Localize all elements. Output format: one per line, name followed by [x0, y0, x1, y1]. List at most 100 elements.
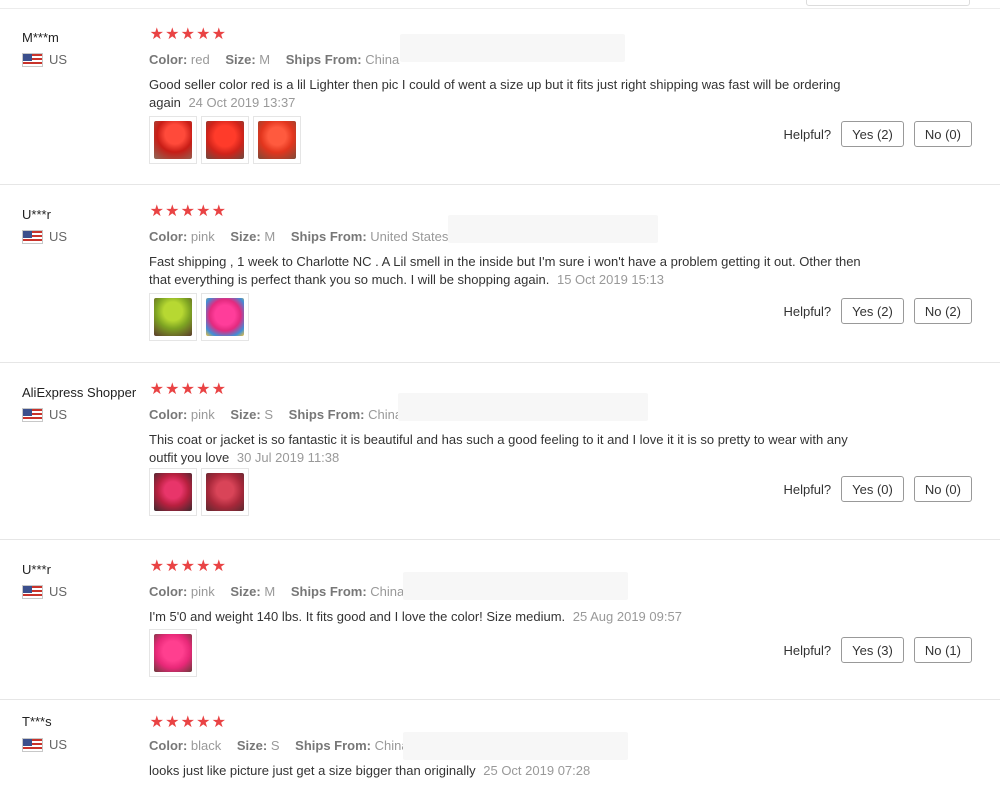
star-rating: ★ ★ ★ ★ ★ — [149, 715, 227, 731]
review-photo[interactable] — [149, 629, 197, 677]
review-item: M***m US ★ ★ ★ ★ ★ Color: red Size: M Ships … — [0, 8, 1000, 185]
star-icon: ★ — [165, 381, 180, 398]
helpful-label: Helpful? — [783, 642, 832, 658]
reviewer-country: US — [22, 737, 67, 752]
color-key: Color: — [149, 738, 188, 753]
star-icon: ★ — [196, 381, 211, 398]
helpful-no-button[interactable]: No (1) — [913, 637, 972, 663]
color-key: Color: — [149, 52, 188, 67]
helpful-yes-button[interactable]: Yes (2) — [841, 298, 904, 324]
review-date: 30 Jul 2019 11:38 — [236, 450, 340, 465]
review-date: 25 Oct 2019 07:28 — [483, 763, 591, 778]
ships-from-key: Ships From: — [295, 738, 371, 753]
review-date: 15 Oct 2019 15:13 — [556, 272, 664, 287]
color-key: Color: — [149, 407, 188, 422]
review-photo[interactable] — [201, 468, 249, 516]
color-value: red — [190, 52, 210, 67]
country-label: US — [49, 407, 68, 422]
country-label: US — [49, 737, 68, 752]
size-value: S — [264, 407, 274, 422]
size-value: M — [259, 52, 271, 67]
order-attributes: Color: red Size: M Ships From: China — [149, 52, 411, 67]
order-attributes: Color: pink Size: M Ships From: United S… — [149, 229, 460, 244]
country-label: US — [49, 229, 68, 244]
helpful-yes-button[interactable]: Yes (3) — [841, 637, 904, 663]
helpful-controls: Helpful? Yes (2) No (0) — [783, 121, 972, 147]
blurred-attribute — [398, 393, 648, 421]
helpful-controls: Helpful? Yes (2) No (2) — [783, 298, 972, 324]
color-key: Color: — [149, 584, 188, 599]
helpful-no-button[interactable]: No (0) — [913, 121, 972, 147]
review-photo[interactable] — [149, 116, 197, 164]
star-rating: ★ ★ ★ ★ ★ — [149, 382, 227, 398]
helpful-yes-button[interactable]: Yes (0) — [841, 476, 904, 502]
star-icon: ★ — [211, 558, 226, 575]
photo-image — [206, 473, 244, 511]
reviewer-name: M***m — [22, 30, 59, 45]
review-photo[interactable] — [201, 116, 249, 164]
review-body: I'm 5'0 and weight 140 lbs. It fits good… — [149, 609, 566, 624]
color-value: pink — [190, 407, 215, 422]
reviewer-name: T***s — [22, 714, 52, 729]
review-item: AliExpress Shopper US ★ ★ ★ ★ ★ Color: pink … — [0, 363, 1000, 540]
review-text: looks just like picture just get a size … — [149, 762, 869, 780]
sort-select[interactable] — [806, 0, 970, 6]
star-icon: ★ — [149, 203, 164, 220]
review-photo[interactable] — [149, 468, 197, 516]
star-icon: ★ — [196, 714, 211, 731]
star-icon: ★ — [180, 381, 195, 398]
star-icon: ★ — [211, 26, 226, 43]
review-photos — [149, 116, 301, 164]
star-icon: ★ — [149, 714, 164, 731]
star-icon: ★ — [196, 558, 211, 575]
helpful-label: Helpful? — [783, 481, 832, 497]
star-icon: ★ — [149, 26, 164, 43]
size-value: S — [270, 738, 280, 753]
ships-from-key: Ships From: — [285, 52, 362, 67]
us-flag-icon — [22, 229, 43, 244]
helpful-no-button[interactable]: No (0) — [913, 476, 972, 502]
order-attributes: Color: black Size: S Ships From: China — [149, 738, 421, 753]
review-body: looks just like picture just get a size … — [149, 763, 476, 778]
size-value: M — [264, 584, 276, 599]
star-rating: ★ ★ ★ ★ ★ — [149, 27, 227, 43]
helpful-yes-button[interactable]: Yes (2) — [841, 121, 904, 147]
star-icon: ★ — [180, 26, 195, 43]
reviewer-country: US — [22, 584, 67, 599]
country-label: US — [49, 584, 68, 599]
reviewer-name: AliExpress Shopper — [22, 385, 137, 400]
review-text: I'm 5'0 and weight 140 lbs. It fits good… — [149, 608, 869, 626]
photo-image — [154, 298, 192, 336]
star-icon: ★ — [149, 381, 164, 398]
reviewer-country: US — [22, 229, 67, 244]
size-key: Size: — [236, 738, 268, 753]
ships-from-value: China — [365, 52, 400, 67]
photo-image — [154, 634, 192, 672]
photo-image — [154, 473, 192, 511]
review-body: Fast shipping , 1 week to Charlotte NC .… — [149, 254, 861, 287]
size-key: Size: — [225, 52, 256, 67]
review-date: 24 Oct 2019 13:37 — [188, 95, 296, 110]
color-value: black — [190, 738, 222, 753]
review-photo[interactable] — [201, 293, 249, 341]
star-icon: ★ — [165, 558, 180, 575]
review-photo[interactable] — [149, 293, 197, 341]
us-flag-icon — [22, 52, 43, 67]
us-flag-icon — [22, 407, 43, 422]
review-photos — [149, 629, 197, 677]
helpful-label: Helpful? — [783, 303, 832, 319]
helpful-no-button[interactable]: No (2) — [913, 298, 972, 324]
review-photo[interactable] — [253, 116, 301, 164]
reviewer-country: US — [22, 407, 67, 422]
ships-from-key: Ships From: — [290, 584, 367, 599]
us-flag-icon — [22, 737, 43, 752]
us-flag-icon — [22, 584, 43, 599]
star-icon: ★ — [196, 203, 211, 220]
order-attributes: Color: pink Size: M Ships From: China — [149, 584, 416, 599]
review-photos — [149, 468, 249, 516]
star-icon: ★ — [149, 558, 164, 575]
ships-from-value: United States — [370, 229, 449, 244]
review-text: Good seller color red is a lil Lighter t… — [149, 76, 869, 112]
blurred-attribute — [403, 732, 628, 760]
star-icon: ★ — [211, 203, 226, 220]
